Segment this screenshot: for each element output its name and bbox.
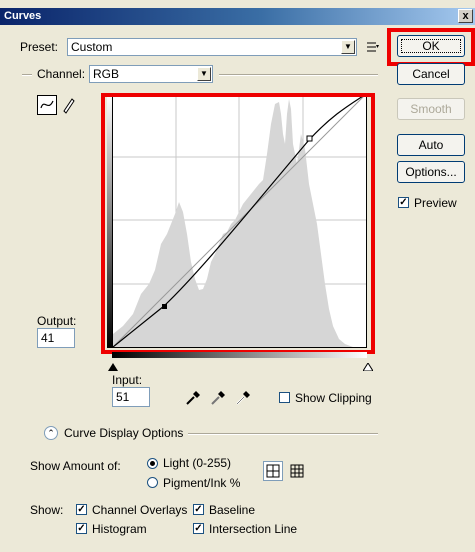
- preset-select[interactable]: Custom ▼: [67, 38, 357, 56]
- black-point-slider[interactable]: [108, 360, 118, 371]
- grid-4x4-icon[interactable]: [263, 461, 283, 481]
- light-radio[interactable]: [147, 458, 158, 469]
- pencil-icon[interactable]: [60, 96, 76, 114]
- channel-overlays-label: Channel Overlays: [92, 503, 188, 517]
- preview-label: Preview: [414, 196, 457, 210]
- title-bar: Curves x: [0, 8, 475, 25]
- black-eyedropper-icon[interactable]: [185, 390, 201, 406]
- channel-label: Channel:: [37, 67, 86, 81]
- channel-overlays-checkbox[interactable]: ✓: [76, 504, 87, 515]
- close-button[interactable]: x: [458, 9, 473, 23]
- output-field[interactable]: 41: [37, 328, 75, 348]
- cancel-button[interactable]: Cancel: [397, 63, 465, 85]
- histogram-checkbox[interactable]: ✓: [76, 523, 87, 534]
- intersection-line-checkbox[interactable]: ✓: [193, 523, 204, 534]
- options-button[interactable]: Options...: [397, 161, 465, 183]
- baseline-checkbox[interactable]: ✓: [193, 504, 204, 515]
- input-label: Input:: [112, 373, 143, 387]
- baseline-label: Baseline: [209, 503, 256, 517]
- show-amount-label: Show Amount of:: [30, 459, 121, 473]
- window-title: Curves: [4, 10, 42, 22]
- output-value: 41: [41, 331, 55, 345]
- pigment-radio[interactable]: [147, 477, 158, 488]
- channel-select[interactable]: RGB ▼: [89, 65, 213, 83]
- input-value: 51: [116, 390, 130, 404]
- preset-menu-icon[interactable]: [366, 40, 380, 54]
- white-point-slider[interactable]: [362, 360, 374, 372]
- output-label: Output:: [37, 314, 77, 328]
- intersection-line-label: Intersection Line: [209, 522, 298, 536]
- input-gradient-bar: [112, 352, 367, 358]
- grid-10x10-icon[interactable]: [289, 463, 305, 479]
- light-label: Light (0-255): [163, 456, 232, 470]
- show-clipping-checkbox[interactable]: [279, 392, 290, 403]
- pigment-label: Pigment/Ink %: [163, 476, 241, 490]
- channel-value: RGB: [93, 67, 120, 81]
- histogram-label: Histogram: [92, 522, 147, 536]
- white-eyedropper-icon[interactable]: [235, 390, 251, 406]
- curve-tool-icon[interactable]: [37, 95, 57, 115]
- show-label: Show:: [30, 503, 64, 517]
- preview-checkbox[interactable]: ✓: [398, 197, 409, 208]
- curve-display-options-label: Curve Display Options: [64, 426, 184, 440]
- gray-eyedropper-icon[interactable]: [210, 390, 226, 406]
- ok-label: OK: [422, 39, 440, 53]
- preset-label: Preset:: [20, 40, 59, 54]
- preset-value: Custom: [71, 40, 113, 54]
- input-field[interactable]: 51: [112, 387, 150, 407]
- chevron-down-icon: ▼: [341, 40, 355, 54]
- show-clipping-label: Show Clipping: [295, 391, 372, 405]
- collapse-icon[interactable]: ⌃: [44, 426, 58, 440]
- smooth-button[interactable]: Smooth: [397, 98, 465, 120]
- auto-button[interactable]: Auto: [397, 134, 465, 156]
- ok-button[interactable]: OK: [397, 35, 465, 57]
- graph-highlight: [101, 93, 375, 354]
- chevron-down-icon: ▼: [197, 67, 211, 81]
